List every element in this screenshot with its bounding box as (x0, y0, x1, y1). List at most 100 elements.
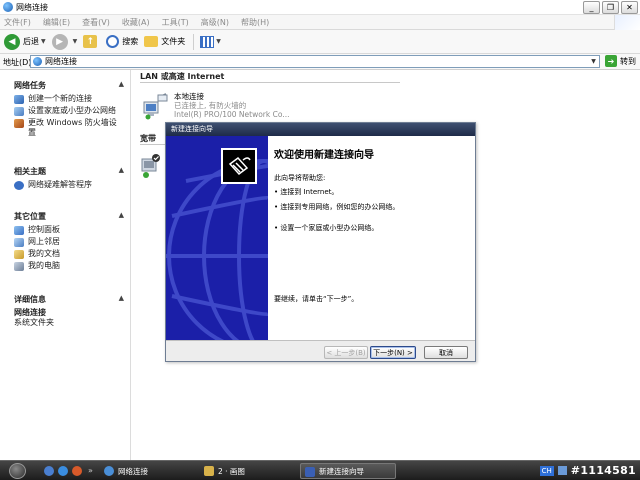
next-button[interactable]: 下一步(N) > (370, 346, 416, 359)
task-new-connection[interactable]: 创建一个新的连接 (14, 94, 124, 104)
place-my-computer[interactable]: 我的电脑 (14, 261, 124, 271)
details-name: 网络连接 (14, 308, 46, 317)
windows-logo-icon (614, 15, 640, 30)
close-button[interactable]: ✕ (621, 1, 638, 14)
group-divider (140, 82, 400, 83)
group-header-lan: LAN 或高速 Internet (140, 72, 225, 81)
menu-tools[interactable]: 工具(T) (162, 17, 189, 28)
system-tray: CH #1114581 (539, 464, 636, 477)
task-firewall[interactable]: 更改 Windows 防火墙设置 (14, 118, 124, 138)
menu-view[interactable]: 查看(V) (82, 17, 110, 28)
wizard-title-bar: 新建连接向导 (166, 123, 475, 136)
go-button[interactable]: ➔ 转到 (605, 55, 636, 67)
wizard-continue-text: 要继续，请单击“下一步”。 (274, 295, 359, 303)
toolbar-separator (193, 33, 195, 50)
chevron-up-icon: ▲ (118, 294, 124, 302)
address-input[interactable]: 网络连接 ▼ (30, 55, 600, 68)
menu-advanced[interactable]: 高级(N) (201, 17, 229, 28)
network-tray-icon[interactable] (557, 466, 567, 475)
start-button[interactable] (9, 463, 26, 479)
new-connection-wizard: 新建连接向导 欢迎使用新建连接向导 此向导将帮助您: • 连接到 Interne… (165, 122, 476, 362)
plug-icon (228, 156, 251, 176)
up-button[interactable]: ↑ (83, 35, 100, 48)
network-connections-icon (33, 57, 42, 66)
media-player-icon[interactable] (72, 466, 82, 476)
window-controls: _ ❐ ✕ (583, 1, 638, 14)
my-documents-icon (14, 250, 24, 259)
details-type: 系统文件夹 (14, 318, 54, 327)
menu-edit[interactable]: 编辑(E) (43, 17, 70, 28)
views-icon (200, 35, 215, 48)
place-network-places[interactable]: 网上邻居 (14, 237, 124, 247)
new-connection-icon (14, 95, 24, 104)
group-header-broadband: 宽带 (140, 134, 156, 143)
forward-button[interactable]: ▶ ▼ (51, 33, 77, 50)
see-also-section: 相关主题 ▲ 网络疑难解答程序 (14, 166, 124, 190)
my-computer-icon (14, 262, 24, 271)
search-icon (106, 35, 120, 48)
menu-file[interactable]: 文件(F) (4, 17, 31, 28)
chevron-up-icon: ▲ (118, 166, 124, 174)
section-header[interactable]: 其它位置 ▲ (14, 211, 124, 223)
views-button[interactable]: ▼ (200, 35, 221, 48)
wizard-footer: < 上一步(B) 下一步(N) > 取消 (166, 340, 475, 361)
details-section: 详细信息 ▲ 网络连接 系统文件夹 (14, 294, 124, 328)
watermark-text: #1114581 (570, 464, 636, 477)
wizard-banner (166, 136, 268, 340)
ime-indicator[interactable]: CH (539, 465, 554, 476)
chevron-up-icon: ▲ (118, 211, 124, 219)
wizard-body: 欢迎使用新建连接向导 此向导将帮助您: • 连接到 Internet。 • 连接… (268, 136, 475, 340)
place-control-panel[interactable]: 控制面板 (14, 225, 124, 235)
wizard-heading: 欢迎使用新建连接向导 (274, 150, 374, 161)
network-connections-icon (104, 466, 114, 476)
menu-favorites[interactable]: 收藏(A) (122, 17, 150, 28)
section-header[interactable]: 相关主题 ▲ (14, 166, 124, 178)
lan-connection-icon (143, 93, 168, 120)
network-connections-icon (3, 2, 13, 12)
taskbar-paint[interactable]: 2 · 画图 (204, 463, 245, 479)
chevron-right-icon[interactable]: » (88, 466, 96, 476)
menu-bar: 文件(F) 编辑(E) 查看(V) 收藏(A) 工具(T) 高级(N) 帮助(H… (0, 15, 640, 30)
section-header[interactable]: 详细信息 ▲ (14, 294, 124, 306)
wizard-bullet: • 设置一个家庭或小型办公网络。 (274, 224, 379, 232)
wizard-bullet: • 连接到专用网络，例如您的办公网络。 (274, 203, 400, 211)
task-network-troubleshooter[interactable]: 网络疑难解答程序 (14, 180, 124, 190)
menu-help[interactable]: 帮助(H) (241, 17, 269, 28)
taskbar: » 网络连接 2 · 画图 新建连接向导 CH #1114581 (0, 460, 640, 480)
folders-button[interactable]: 文件夹 (144, 36, 185, 47)
back-button[interactable]: < 上一步(B) (324, 346, 368, 359)
paint-icon (204, 466, 214, 476)
task-pane: 网络任务 ▲ 创建一个新的连接 设置家庭或小型办公网络 更改 Windows 防… (0, 70, 131, 460)
minimize-button[interactable]: _ (583, 1, 600, 14)
chevron-down-icon[interactable]: ▼ (588, 56, 599, 67)
folder-icon (144, 36, 159, 47)
taskbar-new-connection-wizard[interactable]: 新建连接向导 (300, 463, 396, 479)
network-tasks-section: 网络任务 ▲ 创建一个新的连接 设置家庭或小型办公网络 更改 Windows 防… (14, 80, 124, 138)
address-label: 地址(D) (3, 58, 32, 67)
toolbar: ◀ 后退 ▼ ▶ ▼ ↑ 搜索 文件夹 ▼ (0, 30, 640, 54)
go-arrow-icon: ➔ (605, 55, 617, 67)
internet-explorer-icon[interactable] (58, 466, 68, 476)
home-network-icon (14, 107, 24, 116)
taskbar-network-connections[interactable]: 网络连接 (104, 463, 148, 479)
chevron-down-icon: ▼ (41, 38, 46, 45)
restore-button[interactable]: ❐ (602, 1, 619, 14)
wizard-intro: 此向导将帮助您: (274, 174, 326, 182)
local-area-connection[interactable]: 本地连接 已连接上, 有防火墙的 Intel(R) PRO/100 Networ… (142, 90, 302, 126)
back-button[interactable]: ◀ 后退 ▼ (4, 33, 46, 50)
search-label: 搜索 (122, 37, 139, 46)
title-bar: 网络连接 _ ❐ ✕ (0, 0, 640, 15)
firewall-icon (14, 119, 24, 128)
place-my-documents[interactable]: 我的文档 (14, 249, 124, 259)
connection-device: Intel(R) PRO/100 Network Co... (174, 110, 290, 119)
broadband-connection-icon[interactable] (140, 153, 164, 179)
show-desktop-icon[interactable] (44, 466, 54, 476)
chevron-down-icon: ▼ (216, 38, 221, 45)
cancel-button[interactable]: 取消 (424, 346, 468, 359)
address-value: 网络连接 (45, 57, 77, 66)
address-bar: 地址(D) 网络连接 ▼ ➔ 转到 (0, 54, 640, 70)
section-header[interactable]: 网络任务 ▲ (14, 80, 124, 92)
search-button[interactable]: 搜索 (106, 35, 138, 48)
connection-status: 已连接上, 有防火墙的 (174, 101, 247, 110)
task-home-network[interactable]: 设置家庭或小型办公网络 (14, 106, 124, 116)
